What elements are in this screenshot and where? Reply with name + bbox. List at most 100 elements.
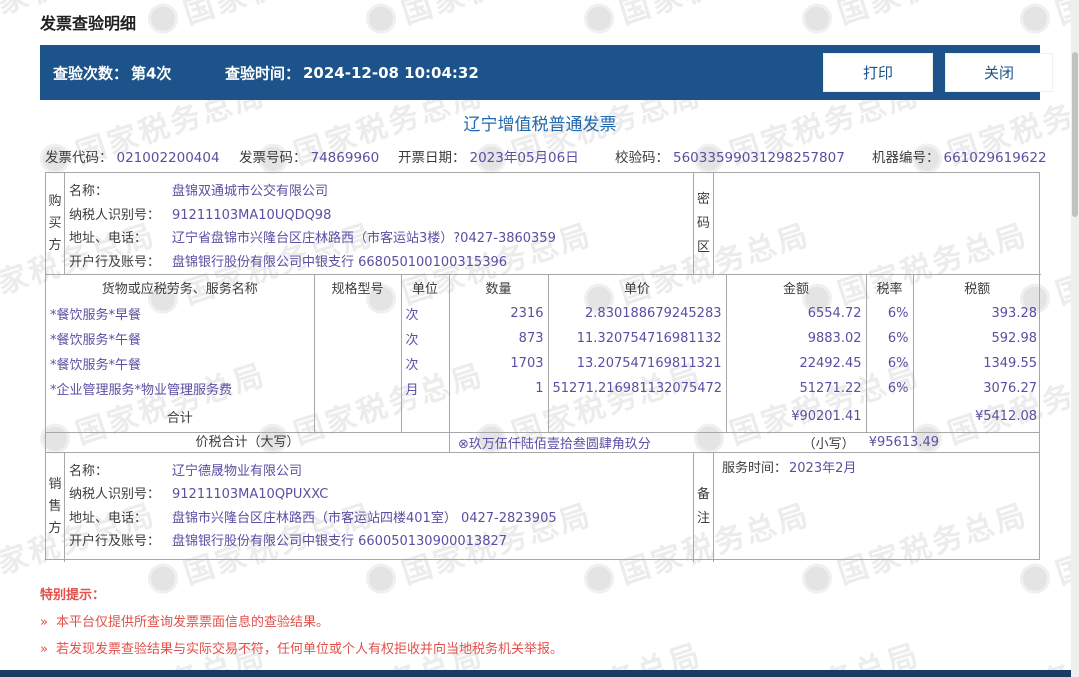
- goods-table: 货物或应税劳务、服务名称 规格型号 单位 数量 单价 金额 税率 税额 *餐饮服…: [46, 274, 1041, 432]
- cell-spec: [313, 375, 401, 401]
- check-time-label: 查验时间：: [225, 64, 301, 82]
- service-time-label: 服务时间：: [722, 460, 788, 476]
- seller-bank-row: 开户行及账号： 盘锦银行股份有限公司中银支行 660050130900013827: [69, 534, 508, 549]
- invoice-box: 购买方 名称： 盘锦双通城市公交有限公司 纳税人识别号： 91211103MA10U…: [45, 172, 1041, 562]
- cell-tax: 592.98: [912, 325, 1041, 351]
- cell-spec: [313, 325, 401, 351]
- goods-row: *餐饮服务*早餐 次 2316 2.830188679245283 6554.7…: [46, 300, 1041, 326]
- cell-tax: 1349.55: [912, 350, 1041, 376]
- buyer-info: 名称： 盘锦双通城市公交有限公司 纳税人识别号： 91211103MA10UQDQ9…: [65, 173, 693, 274]
- cell-qty: 873: [448, 325, 548, 351]
- cell-unit-price: 51271.216981132075472: [547, 375, 726, 401]
- invoice-number-group: 发票号码： 74869960: [239, 146, 379, 166]
- cell-amount: 9883.02: [725, 325, 866, 351]
- invoice-date-value: 2023年05月06日: [469, 150, 579, 166]
- invoice-verification-page: 国家税务总局 国家税务总局 国家税务总局 国家税务总局 国家税务总局 国家税务总局 国家税务…: [0, 0, 1079, 677]
- invoice-number-value: 74869960: [310, 150, 380, 166]
- content-layer: 发票查验明细 查验次数： 第4次 查验时间： 2024-12-08 10:04:…: [0, 0, 1079, 677]
- goods-row: *企业管理服务*物业管理服务费 月 1 51271.21698113207547…: [46, 375, 1041, 401]
- buyer-taxid-row: 纳税人识别号： 91211103MA10UQDQ98: [69, 207, 332, 223]
- invoice-checksum-group: 校验码： 56033599031298257807: [615, 146, 845, 166]
- notice-bullet: »: [40, 615, 48, 630]
- invoice-date-group: 开票日期： 2023年05月06日: [398, 146, 579, 166]
- check-time-value: 2024-12-08 10:04:32: [303, 63, 479, 82]
- notice-text: 若发现发票查验结果与实际交易不符，任何单位或个人有权拒收并向当地税务机关举报。: [55, 642, 563, 657]
- total-in-words-row: 价税合计（大写） ⊗玖万伍仟陆佰壹拾叁圆肆角玖分 （小写） ¥95613.49: [46, 431, 1039, 452]
- col-header-unit: 单位: [400, 274, 449, 301]
- seller-info: 名称： 辽宁德晟物业有限公司 纳税人识别号： 91211103MA10QPUXXC …: [65, 453, 693, 562]
- invoice-code-value: 021002200404: [116, 150, 220, 166]
- check-count-value: 第4次: [131, 64, 172, 82]
- col-header-unit-price: 单价: [547, 274, 726, 301]
- seller-taxid-row: 纳税人识别号： 91211103MA10QPUXXC: [69, 487, 329, 502]
- col-header-qty: 数量: [448, 274, 548, 301]
- buyer-address-row: 地址、电话： 辽宁省盘锦市兴隆台区庄林路西（市客运站3楼）?0427-386035…: [69, 231, 556, 246]
- cell-tax-rate: 6%: [865, 350, 913, 376]
- special-notice: 特别提示： » 本平台仅提供所查询发票票面信息的查验结果。 » 若发现发票查验结果与…: [40, 584, 563, 670]
- amount-in-words: ⊗玖万伍仟陆佰壹拾叁圆肆角玖分: [458, 436, 651, 452]
- col-header-tax-rate: 税率: [865, 274, 913, 301]
- invoice-code-label: 发票代码：: [45, 150, 113, 166]
- cell-qty: 1703: [448, 350, 548, 376]
- invoice-date-label: 开票日期：: [398, 150, 466, 166]
- cell-goods-name: *餐饮服务*早餐: [50, 307, 142, 323]
- cell-goods-name: *餐饮服务*午餐: [50, 357, 142, 373]
- seller-name-row: 名称： 辽宁德晟物业有限公司: [69, 463, 303, 479]
- service-time-row: 服务时间： 2023年2月: [722, 459, 1031, 479]
- goods-row: *餐饮服务*午餐 次 1703 13.207547169811321 22492…: [46, 350, 1041, 376]
- goods-header-row: 货物或应税劳务、服务名称 规格型号 单位 数量 单价 金额 税率 税额: [46, 274, 1041, 301]
- buyer-section: 购买方 名称： 盘锦双通城市公交有限公司 纳税人识别号： 91211103MA10U…: [46, 173, 1039, 274]
- notice-bullet: »: [40, 642, 48, 657]
- total-in-words-label: 价税合计（大写）: [195, 434, 300, 450]
- col-header-tax: 税额: [912, 274, 1041, 301]
- total-amount: ¥90201.41: [725, 400, 866, 432]
- machine-number-value: 661029619622: [943, 150, 1047, 166]
- cell-amount: 6554.72: [725, 300, 866, 326]
- close-button[interactable]: 关闭: [945, 53, 1053, 92]
- cell-goods-name: *餐饮服务*午餐: [50, 332, 142, 348]
- cell-unit: 次: [400, 300, 449, 326]
- scrollbar-thumb[interactable]: [1072, 52, 1078, 217]
- total-tax: ¥5412.08: [912, 400, 1041, 432]
- cell-goods-name: *企业管理服务*物业管理服务费: [50, 382, 233, 398]
- col-header-amount: 金额: [725, 274, 866, 301]
- notice-text: 本平台仅提供所查询发票票面信息的查验结果。: [55, 615, 329, 630]
- notice-item: » 若发现发票查验结果与实际交易不符，任何单位或个人有权拒收并向当地税务机关举报。: [40, 643, 563, 657]
- print-button[interactable]: 打印: [823, 53, 933, 92]
- invoice-meta-row: 发票代码： 021002200404 发票号码： 74869960 开票日期： 202…: [0, 146, 1079, 166]
- buyer-side-label: 购买方: [46, 173, 65, 274]
- cell-tax: 393.28: [912, 300, 1041, 326]
- cell-amount: 22492.45: [725, 350, 866, 376]
- cell-spec: [313, 350, 401, 376]
- invoice-checksum-label: 校验码：: [615, 150, 669, 166]
- invoice-number-label: 发票号码：: [239, 150, 307, 166]
- cell-unit: 月: [400, 375, 449, 401]
- cell-tax-rate: 6%: [865, 375, 913, 401]
- cell-spec: [313, 300, 401, 326]
- cell-tax: 3076.27: [912, 375, 1041, 401]
- scrollbar-track[interactable]: [1071, 0, 1079, 677]
- cell-unit: 次: [400, 350, 449, 376]
- amount-small-label: （小写）: [802, 436, 855, 452]
- seller-side-label: 销售方: [46, 452, 65, 562]
- buyer-name-row: 名称： 盘锦双通城市公交有限公司: [69, 184, 329, 199]
- col-header-goods-name: 货物或应税劳务、服务名称: [101, 282, 258, 298]
- seller-address-row: 地址、电话： 盘锦市兴隆台区庄林路西（市客运站四楼401室） 0427-28239…: [69, 510, 557, 526]
- cell-amount: 51271.22: [725, 375, 866, 401]
- goods-total-row: 合计 ¥90201.41 ¥5412.08: [46, 400, 1041, 432]
- invoice-checksum-value: 56033599031298257807: [673, 150, 845, 166]
- total-label: 合计: [166, 410, 193, 426]
- check-count-label: 查验次数：: [53, 64, 129, 82]
- cell-unit: 次: [400, 325, 449, 351]
- total-in-words-content: ⊗玖万伍仟陆佰壹拾叁圆肆角玖分 （小写） ¥95613.49: [449, 432, 1039, 452]
- cell-tax-rate: 6%: [865, 300, 913, 326]
- cell-tax-rate: 6%: [865, 325, 913, 351]
- remark-side-label: 备注: [693, 452, 714, 562]
- bottom-bar: [0, 670, 1079, 677]
- invoice-code-group: 发票代码： 021002200404: [45, 146, 220, 166]
- cell-qty: 1: [448, 375, 548, 401]
- cell-qty: 2316: [448, 300, 548, 326]
- cell-unit-price: 2.830188679245283: [547, 300, 726, 326]
- remark-content: 服务时间： 2023年2月: [714, 453, 1039, 562]
- page-title: 发票查验明细: [40, 14, 137, 33]
